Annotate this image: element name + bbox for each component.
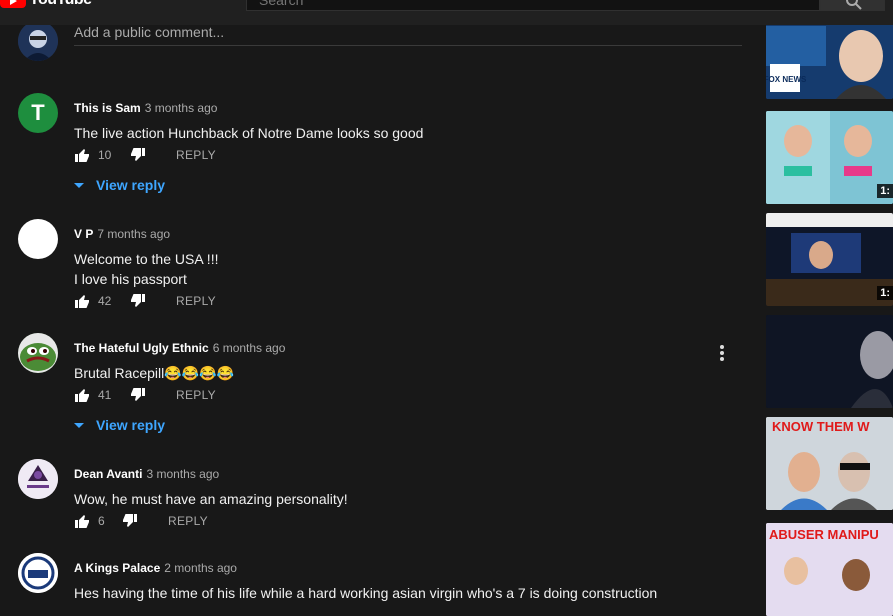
like-count: 42	[98, 294, 112, 308]
video-thumbnail[interactable]: 1:	[766, 213, 893, 306]
view-replies-label: View reply	[96, 417, 166, 433]
comment-text: Brutal Racepill😂😂😂😂	[74, 365, 234, 381]
comment-author[interactable]: This is Sam	[74, 101, 141, 115]
video-thumbnail[interactable]: 1:	[766, 111, 893, 204]
comment-text: Wow, he must have an amazing personality…	[74, 491, 348, 507]
reply-button[interactable]: REPLY	[176, 388, 216, 402]
thumbs-down-icon[interactable]	[130, 387, 146, 403]
thumbs-up-icon[interactable]	[74, 147, 90, 163]
comment-author[interactable]: The Hateful Ugly Ethnic	[74, 341, 209, 355]
reply-button[interactable]: REPLY	[168, 514, 208, 528]
avatar[interactable]	[18, 333, 58, 373]
avatar-letter: T	[31, 100, 45, 125]
top-bar: YouTube	[0, 0, 893, 25]
comment-time[interactable]: 6 months ago	[213, 341, 286, 355]
comment-text: Hes having the time of his life while a …	[74, 585, 658, 601]
avatar[interactable]	[18, 553, 58, 593]
avatar[interactable]	[18, 219, 58, 259]
view-replies-label: View reply	[96, 177, 166, 193]
comment-actions: 41 REPLY	[74, 385, 216, 405]
comment-time[interactable]: 7 months ago	[97, 227, 170, 241]
search-icon	[846, 0, 862, 10]
comment-text-line: Welcome to the USA !!!	[74, 251, 219, 267]
add-comment-row: Add a public comment...	[18, 21, 742, 65]
comment-text: The live action Hunchback of Notre Dame …	[74, 125, 424, 141]
comment-header: V P 7 months ago	[74, 227, 170, 241]
video-duration: 1:	[877, 286, 893, 300]
comment-actions: 6 REPLY	[74, 511, 208, 531]
search-box[interactable]	[246, 0, 820, 11]
comment-time[interactable]: 3 months ago	[145, 101, 218, 115]
recommended-videos: FOX NEWS 1: 1: KNOW THEM W ABUSER MANIPU	[766, 0, 893, 616]
like-count: 41	[98, 388, 112, 402]
thumbs-down-icon[interactable]	[130, 293, 146, 309]
comment-input[interactable]: Add a public comment...	[74, 25, 742, 46]
search-input[interactable]	[257, 0, 801, 9]
comment-text: Welcome to the USA !!! I love his passpo…	[74, 249, 218, 289]
thumb-label: FOX NEWS	[766, 75, 807, 84]
avatar[interactable]	[18, 459, 58, 499]
like-count: 6	[98, 514, 105, 528]
comment-author[interactable]: V P	[74, 227, 93, 241]
comment-time[interactable]: 3 months ago	[146, 467, 219, 481]
video-thumbnail[interactable]: KNOW THEM W	[766, 417, 893, 510]
video-thumbnail[interactable]: ABUSER MANIPU	[766, 523, 893, 616]
comment-author[interactable]: A Kings Palace	[74, 561, 160, 575]
chevron-down-icon	[74, 182, 84, 188]
youtube-logo[interactable]: YouTube	[0, 0, 92, 8]
view-replies-button[interactable]: View reply	[74, 177, 165, 193]
comment-actions: 42 REPLY	[74, 291, 216, 311]
thumbs-down-icon[interactable]	[130, 147, 146, 163]
comment-header: Dean Avanti 3 months ago	[74, 467, 219, 481]
video-thumbnail[interactable]	[766, 315, 893, 408]
more-actions-icon[interactable]	[720, 345, 724, 363]
thumbs-up-icon[interactable]	[74, 293, 90, 309]
reply-button[interactable]: REPLY	[176, 148, 216, 162]
reply-button[interactable]: REPLY	[176, 294, 216, 308]
comment-actions: 10 REPLY	[74, 145, 216, 165]
comment-header: The Hateful Ugly Ethnic 6 months ago	[74, 341, 285, 355]
thumbs-up-icon[interactable]	[74, 513, 90, 529]
avatar	[18, 21, 58, 61]
chevron-down-icon	[74, 422, 84, 428]
view-replies-button[interactable]: View reply	[74, 417, 165, 433]
youtube-play-icon	[0, 0, 26, 8]
comment-author[interactable]: Dean Avanti	[74, 467, 142, 481]
comment-time[interactable]: 2 months ago	[164, 561, 237, 575]
logo-text: YouTube	[29, 0, 92, 9]
search-button[interactable]	[820, 0, 885, 11]
thumb-label: ABUSER MANIPU	[769, 527, 879, 542]
thumbs-down-icon[interactable]	[122, 513, 138, 529]
comment-header: This is Sam 3 months ago	[74, 101, 217, 115]
avatar[interactable]: T	[18, 93, 58, 133]
video-duration: 1:	[877, 184, 893, 198]
thumb-label: KNOW THEM W	[772, 419, 870, 434]
comment-text-line: I love his passport	[74, 271, 187, 287]
comments-section: Add a public comment... T This is Sam 3 m…	[0, 21, 760, 601]
comment-header: A Kings Palace 2 months ago	[74, 561, 237, 575]
thumbs-up-icon[interactable]	[74, 387, 90, 403]
like-count: 10	[98, 148, 112, 162]
